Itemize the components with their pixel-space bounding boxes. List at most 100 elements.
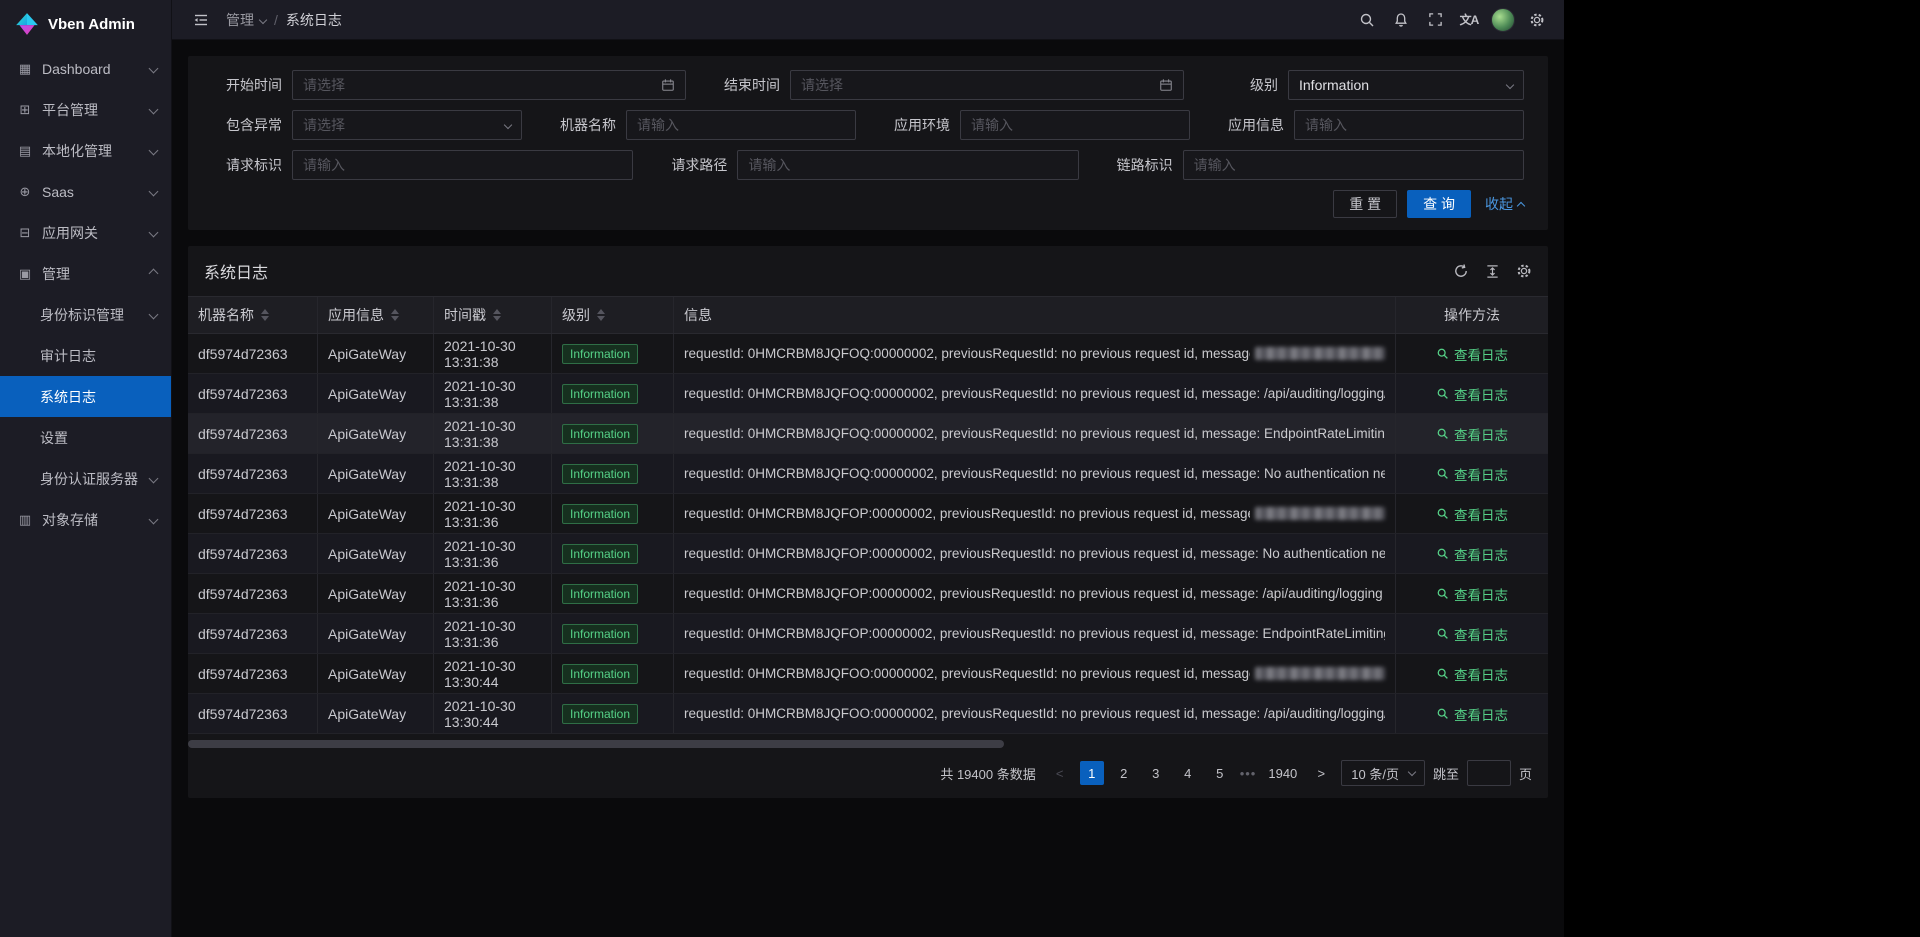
pagination-ellipsis: ••• bbox=[1240, 766, 1257, 781]
pagination-page[interactable]: 3 bbox=[1144, 761, 1168, 785]
search-icon[interactable] bbox=[1352, 5, 1382, 35]
query-button[interactable]: 查 询 bbox=[1407, 190, 1471, 218]
bell-icon[interactable] bbox=[1386, 5, 1416, 35]
has-exception-placeholder: 请选择 bbox=[303, 115, 345, 135]
dashboard-icon: ▦ bbox=[16, 61, 34, 77]
app-environment-field: 应用环境 bbox=[880, 110, 1190, 140]
sidebar-item[interactable]: ⊟应用网关 bbox=[0, 212, 171, 253]
translate-icon[interactable]: 文A bbox=[1454, 5, 1484, 35]
sidebar-item[interactable]: ⊞平台管理 bbox=[0, 89, 171, 130]
collapse-toggle[interactable]: 收起 bbox=[1485, 194, 1524, 214]
level-cell: Information bbox=[552, 414, 674, 453]
table-row[interactable]: df5974d72363ApiGateWay2021-10-30 13:30:4… bbox=[188, 694, 1548, 734]
table-row[interactable]: df5974d72363ApiGateWay2021-10-30 13:31:3… bbox=[188, 614, 1548, 654]
chevron-down-icon bbox=[149, 105, 159, 115]
breadcrumb-parent[interactable]: 管理 bbox=[226, 10, 266, 30]
magnifier-icon bbox=[1436, 667, 1449, 680]
sidebar: Vben Admin ▦Dashboard⊞平台管理▤本地化管理⊕Saas⊟应用… bbox=[0, 0, 172, 937]
view-log-label: 查看日志 bbox=[1454, 584, 1508, 604]
machine-name-input[interactable] bbox=[626, 110, 856, 140]
view-log-button[interactable]: 查看日志 bbox=[1436, 504, 1508, 524]
column-settings-icon[interactable] bbox=[1516, 263, 1532, 279]
menu-fold-icon[interactable] bbox=[186, 5, 216, 35]
pagination-page[interactable]: 1940 bbox=[1264, 761, 1301, 785]
pagination-prev[interactable]: < bbox=[1048, 761, 1072, 785]
timestamp-cell: 2021-10-30 13:31:38 bbox=[434, 454, 552, 493]
refresh-icon[interactable] bbox=[1453, 263, 1469, 279]
pagination-page[interactable]: 4 bbox=[1176, 761, 1200, 785]
sidebar-item[interactable]: ▣管理 bbox=[0, 253, 171, 294]
sidebar-item[interactable]: ▦Dashboard bbox=[0, 48, 171, 89]
pagination-page[interactable]: 1 bbox=[1080, 761, 1104, 785]
timestamp-cell: 2021-10-30 13:31:38 bbox=[434, 334, 552, 373]
column-header[interactable]: 级别 bbox=[552, 297, 674, 333]
timestamp-cell: 2021-10-30 13:31:36 bbox=[434, 614, 552, 653]
view-log-button[interactable]: 查看日志 bbox=[1436, 424, 1508, 444]
view-log-button[interactable]: 查看日志 bbox=[1436, 704, 1508, 724]
machine-name-cell: df5974d72363 bbox=[188, 494, 318, 533]
view-log-button[interactable]: 查看日志 bbox=[1436, 584, 1508, 604]
view-log-button[interactable]: 查看日志 bbox=[1436, 384, 1508, 404]
sidebar-subitem[interactable]: 身份标识管理 bbox=[0, 294, 171, 335]
app-root: Vben Admin ▦Dashboard⊞平台管理▤本地化管理⊕Saas⊟应用… bbox=[0, 0, 1564, 937]
has-exception-select[interactable]: 请选择 bbox=[292, 110, 522, 140]
table-row[interactable]: df5974d72363ApiGateWay2021-10-30 13:31:3… bbox=[188, 334, 1548, 374]
end-time-datepicker[interactable]: 请选择 bbox=[790, 70, 1184, 100]
table-row[interactable]: df5974d72363ApiGateWay2021-10-30 13:31:3… bbox=[188, 574, 1548, 614]
view-log-button[interactable]: 查看日志 bbox=[1436, 664, 1508, 684]
breadcrumb-separator: / bbox=[274, 12, 278, 28]
pagination-page[interactable]: 5 bbox=[1208, 761, 1232, 785]
message-text: requestId: 0HMCRBM8JQFOQ:00000002, previ… bbox=[684, 466, 1385, 481]
column-header[interactable]: 机器名称 bbox=[188, 297, 318, 333]
app-environment-input[interactable] bbox=[960, 110, 1190, 140]
trace-id-input[interactable] bbox=[1183, 150, 1524, 180]
sidebar-item[interactable]: ▥对象存储 bbox=[0, 499, 171, 540]
table-row[interactable]: df5974d72363ApiGateWay2021-10-30 13:31:3… bbox=[188, 454, 1548, 494]
app-info-cell: ApiGateWay bbox=[318, 334, 434, 373]
request-id-input[interactable] bbox=[292, 150, 633, 180]
sidebar-subitem[interactable]: 系统日志 bbox=[0, 376, 171, 417]
action-cell: 查看日志 bbox=[1396, 494, 1548, 533]
logo[interactable]: Vben Admin bbox=[0, 0, 171, 48]
pagination-page[interactable]: 2 bbox=[1112, 761, 1136, 785]
sidebar-item[interactable]: ▤本地化管理 bbox=[0, 130, 171, 171]
request-path-input[interactable] bbox=[737, 150, 1078, 180]
app-info-cell: ApiGateWay bbox=[318, 494, 434, 533]
user-avatar[interactable] bbox=[1488, 5, 1518, 35]
sidebar-item[interactable]: ⊕Saas bbox=[0, 171, 171, 212]
reset-button[interactable]: 重 置 bbox=[1333, 190, 1397, 218]
column-header[interactable]: 应用信息 bbox=[318, 297, 434, 333]
level-field: 级别Information bbox=[1208, 70, 1524, 100]
sidebar-subitem[interactable]: 身份认证服务器 bbox=[0, 458, 171, 499]
view-log-button[interactable]: 查看日志 bbox=[1436, 464, 1508, 484]
row-height-icon[interactable] bbox=[1485, 264, 1500, 279]
app-info-cell: ApiGateWay bbox=[318, 654, 434, 693]
table-row[interactable]: df5974d72363ApiGateWay2021-10-30 13:30:4… bbox=[188, 654, 1548, 694]
table-row[interactable]: df5974d72363ApiGateWay2021-10-30 13:31:3… bbox=[188, 494, 1548, 534]
page-size-select[interactable]: 10 条/页 bbox=[1341, 760, 1425, 786]
settings-gear-icon[interactable] bbox=[1522, 5, 1552, 35]
message-cell: requestId: 0HMCRBM8JQFOQ:00000002, previ… bbox=[674, 334, 1396, 373]
sidebar-subitem[interactable]: 审计日志 bbox=[0, 335, 171, 376]
table-row[interactable]: df5974d72363ApiGateWay2021-10-30 13:31:3… bbox=[188, 374, 1548, 414]
sidebar-subitem[interactable]: 设置 bbox=[0, 417, 171, 458]
jump-page-input[interactable] bbox=[1467, 760, 1511, 786]
app-info-input[interactable] bbox=[1294, 110, 1524, 140]
table-row[interactable]: df5974d72363ApiGateWay2021-10-30 13:31:3… bbox=[188, 414, 1548, 454]
view-log-button[interactable]: 查看日志 bbox=[1436, 624, 1508, 644]
table-row[interactable]: df5974d72363ApiGateWay2021-10-30 13:31:3… bbox=[188, 534, 1548, 574]
start-time-datepicker[interactable]: 请选择 bbox=[292, 70, 686, 100]
fullscreen-icon[interactable] bbox=[1420, 5, 1450, 35]
view-log-button[interactable]: 查看日志 bbox=[1436, 544, 1508, 564]
filter-panel: 开始时间请选择结束时间请选择级别Information包含异常请选择机器名称应用… bbox=[188, 56, 1548, 230]
level-select[interactable]: Information bbox=[1288, 70, 1524, 100]
column-header[interactable]: 时间戳 bbox=[434, 297, 552, 333]
level-cell: Information bbox=[552, 614, 674, 653]
pagination-next[interactable]: > bbox=[1309, 761, 1333, 785]
sidebar-item-label: 对象存储 bbox=[42, 510, 150, 530]
header-actions: 文A bbox=[1352, 5, 1552, 35]
view-log-button[interactable]: 查看日志 bbox=[1436, 344, 1508, 364]
level-badge: Information bbox=[562, 504, 638, 524]
timestamp-cell: 2021-10-30 13:30:44 bbox=[434, 694, 552, 733]
scrollbar-thumb[interactable] bbox=[188, 740, 1004, 748]
